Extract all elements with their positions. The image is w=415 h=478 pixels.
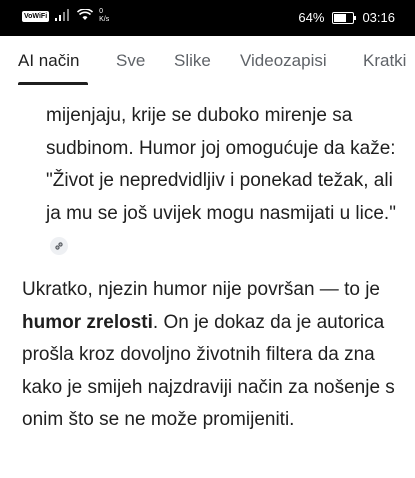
status-left: VoWiFi 0 K/s [22,7,109,24]
tab-all[interactable]: Sve [116,51,145,71]
summary-paragraph: Ukratko, njezin humor nije površan — to … [22,274,402,437]
battery-percent: 64% [298,10,325,25]
clock: 03:16 [362,10,395,25]
battery-icon [332,11,357,24]
status-bar: VoWiFi 0 K/s 64% 03:16 [0,0,415,36]
active-tab-indicator [18,82,88,85]
tab-images[interactable]: Slike [174,51,211,71]
summary-bold-phrase: humor zrelosti [22,311,153,333]
network-speed-unit: K/s [99,16,110,23]
tab-shorts[interactable]: Kratki [363,51,406,71]
link-icon[interactable] [50,236,68,255]
search-mode-tabs: AI način Sve Slike Videozapisi Kratki [0,36,415,86]
wifi-icon [77,7,94,24]
network-speed-value: 0 [99,8,104,15]
network-speed: 0 K/s [99,8,109,24]
signal-icon [55,8,71,24]
quote-text: mijenjaju, krije se duboko mirenje sa su… [46,105,396,224]
tab-ai-mode[interactable]: AI način [18,51,79,71]
vowifi-badge: VoWiFi [22,10,50,22]
quote-block: mijenjaju, krije se duboko mirenje sa su… [46,100,396,263]
summary-text-start: Ukratko, njezin humor nije površan — to … [22,279,380,300]
ai-answer-content: mijenjaju, krije se duboko mirenje sa su… [0,86,415,478]
tab-videos[interactable]: Videozapisi [240,51,327,71]
battery-fill [334,13,346,22]
status-right: 64% 03:16 [298,10,395,25]
